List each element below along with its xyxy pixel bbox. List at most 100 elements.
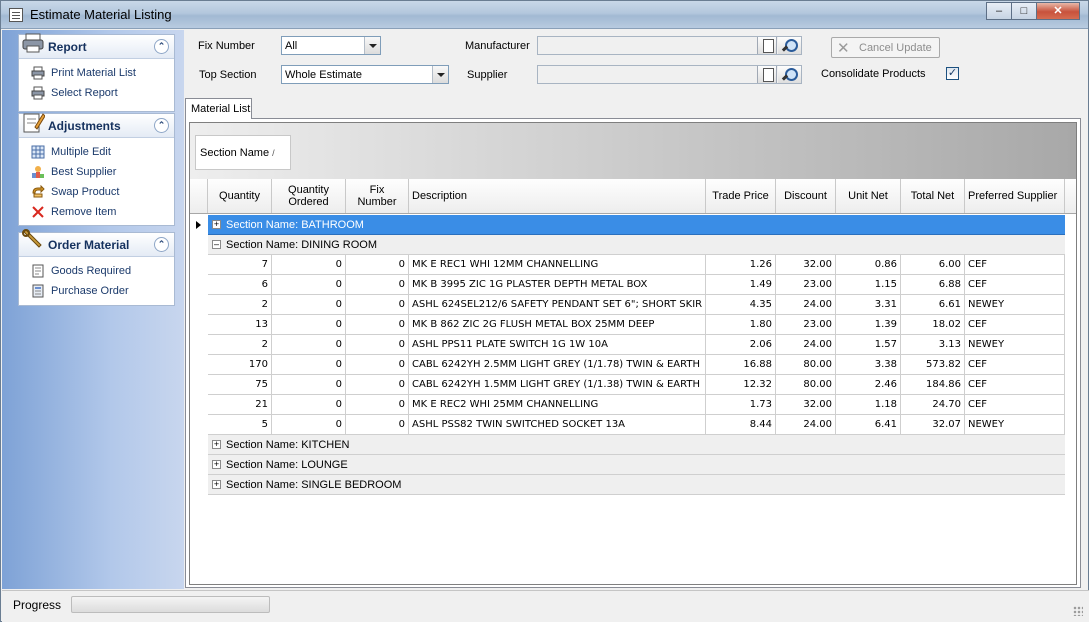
cell-trade-price[interactable]: 1.80 bbox=[706, 315, 776, 335]
group-row[interactable]: – Section Name: DINING ROOM bbox=[190, 235, 1076, 255]
cell-description[interactable]: MK E REC2 WHI 25MM CHANNELLING bbox=[409, 395, 706, 415]
cell-discount[interactable]: 80.00 bbox=[776, 355, 836, 375]
chevron-up-icon[interactable]: ⌃ bbox=[154, 39, 169, 54]
cell-trade-price[interactable]: 1.26 bbox=[706, 255, 776, 275]
group-by-section-name[interactable]: Section Name / bbox=[195, 135, 291, 170]
magnifier-icon[interactable] bbox=[778, 66, 801, 83]
cell-preferred-supplier[interactable]: CEF bbox=[965, 315, 1065, 335]
table-row[interactable]: 170 0 0 CABL 6242YH 2.5MM LIGHT GREY (1/1.7… bbox=[190, 355, 1076, 375]
cell-fix-number[interactable]: 0 bbox=[346, 275, 409, 295]
adjustments-panel-header[interactable]: Adjustments ⌃ bbox=[19, 113, 174, 138]
column-header-fix-number[interactable]: Fix Number bbox=[346, 179, 409, 213]
magnifier-icon[interactable] bbox=[778, 37, 801, 54]
group-row[interactable]: + Section Name: BATHROOM bbox=[190, 215, 1076, 235]
cell-description[interactable]: MK B 3995 ZIC 1G PLASTER DEPTH METAL BOX bbox=[409, 275, 706, 295]
cell-description[interactable]: MK E REC1 WHI 12MM CHANNELLING bbox=[409, 255, 706, 275]
manufacturer-lookup[interactable] bbox=[537, 36, 802, 55]
cancel-update-button[interactable]: ✕ Cancel Update bbox=[831, 37, 940, 58]
cell-discount[interactable]: 80.00 bbox=[776, 375, 836, 395]
close-button[interactable]: ✕ bbox=[1036, 2, 1080, 20]
tab-material-list[interactable]: Material List bbox=[185, 98, 252, 119]
cell-quantity-ordered[interactable]: 0 bbox=[272, 395, 346, 415]
cell-quantity-ordered[interactable]: 0 bbox=[272, 335, 346, 355]
minimize-button[interactable]: – bbox=[986, 2, 1012, 20]
cell-discount[interactable]: 23.00 bbox=[776, 315, 836, 335]
group-header[interactable]: + Section Name: LOUNGE bbox=[208, 455, 1065, 475]
column-header-quantity[interactable]: Quantity bbox=[208, 179, 272, 213]
resize-grip-icon[interactable] bbox=[1073, 606, 1083, 616]
cell-preferred-supplier[interactable]: CEF bbox=[965, 355, 1065, 375]
chevron-up-icon[interactable]: ⌃ bbox=[154, 118, 169, 133]
cell-preferred-supplier[interactable]: NEWEY bbox=[965, 335, 1065, 355]
cell-quantity-ordered[interactable]: 0 bbox=[272, 355, 346, 375]
cell-discount[interactable]: 23.00 bbox=[776, 275, 836, 295]
cell-unit-net[interactable]: 1.57 bbox=[836, 335, 901, 355]
cell-trade-price[interactable]: 2.06 bbox=[706, 335, 776, 355]
table-row[interactable]: 13 0 0 MK B 862 ZIC 2G FLUSH METAL BOX 25MM… bbox=[190, 315, 1076, 335]
cell-trade-price[interactable]: 1.73 bbox=[706, 395, 776, 415]
chevron-down-icon[interactable] bbox=[364, 37, 380, 54]
table-row[interactable]: 75 0 0 CABL 6242YH 1.5MM LIGHT GREY (1/1.38… bbox=[190, 375, 1076, 395]
cell-trade-price[interactable]: 1.49 bbox=[706, 275, 776, 295]
cell-preferred-supplier[interactable]: CEF bbox=[965, 255, 1065, 275]
sidebar-item-swap-product[interactable]: Swap Product bbox=[19, 182, 174, 202]
cell-unit-net[interactable]: 0.86 bbox=[836, 255, 901, 275]
cell-total-net[interactable]: 24.70 bbox=[901, 395, 965, 415]
expand-icon[interactable]: + bbox=[212, 440, 221, 449]
group-row[interactable]: + Section Name: KITCHEN bbox=[190, 435, 1076, 455]
group-header[interactable]: + Section Name: BATHROOM bbox=[208, 215, 1065, 235]
cell-description[interactable]: ASHL 624SEL212/6 SAFETY PENDANT SET 6"; … bbox=[409, 295, 706, 315]
cell-fix-number[interactable]: 0 bbox=[346, 395, 409, 415]
cell-quantity-ordered[interactable]: 0 bbox=[272, 415, 346, 435]
cell-fix-number[interactable]: 0 bbox=[346, 315, 409, 335]
cell-total-net[interactable]: 32.07 bbox=[901, 415, 965, 435]
cell-quantity[interactable]: 5 bbox=[224, 415, 272, 435]
group-header[interactable]: + Section Name: SINGLE BEDROOM bbox=[208, 475, 1065, 495]
column-header-trade-price[interactable]: Trade Price bbox=[706, 179, 776, 213]
column-header-preferred-supplier[interactable]: Preferred Supplier bbox=[965, 179, 1065, 213]
cell-quantity-ordered[interactable]: 0 bbox=[272, 315, 346, 335]
table-row[interactable]: 21 0 0 MK E REC2 WHI 25MM CHANNELLING 1.73 32… bbox=[190, 395, 1076, 415]
sidebar-item-print-material-list[interactable]: Print Material List bbox=[19, 63, 174, 83]
column-header-discount[interactable]: Discount bbox=[776, 179, 836, 213]
cell-unit-net[interactable]: 1.15 bbox=[836, 275, 901, 295]
column-header-unit-net[interactable]: Unit Net bbox=[836, 179, 901, 213]
cell-quantity[interactable]: 21 bbox=[224, 395, 272, 415]
cell-description[interactable]: CABL 6242YH 1.5MM LIGHT GREY (1/1.38) TW… bbox=[409, 375, 706, 395]
maximize-button[interactable]: □ bbox=[1011, 2, 1037, 20]
sidebar-item-select-report[interactable]: Select Report bbox=[19, 83, 174, 103]
cell-trade-price[interactable]: 8.44 bbox=[706, 415, 776, 435]
fix-number-select[interactable]: All bbox=[281, 36, 381, 55]
cell-total-net[interactable]: 6.61 bbox=[901, 295, 965, 315]
cell-description[interactable]: CABL 6242YH 2.5MM LIGHT GREY (1/1.78) TW… bbox=[409, 355, 706, 375]
cell-quantity[interactable]: 170 bbox=[224, 355, 272, 375]
table-row[interactable]: 5 0 0 ASHL PSS82 TWIN SWITCHED SOCKET 13A 8.… bbox=[190, 415, 1076, 435]
cell-quantity[interactable]: 75 bbox=[224, 375, 272, 395]
cell-preferred-supplier[interactable]: NEWEY bbox=[965, 415, 1065, 435]
report-panel-header[interactable]: Report ⌃ bbox=[19, 33, 174, 59]
cell-fix-number[interactable]: 0 bbox=[346, 335, 409, 355]
cell-quantity[interactable]: 2 bbox=[224, 295, 272, 315]
sidebar-item-multiple-edit[interactable]: Multiple Edit bbox=[19, 142, 174, 162]
cell-total-net[interactable]: 184.86 bbox=[901, 375, 965, 395]
cell-preferred-supplier[interactable]: CEF bbox=[965, 275, 1065, 295]
expand-icon[interactable]: + bbox=[212, 220, 221, 229]
column-header-quantity-ordered[interactable]: Quantity Ordered bbox=[272, 179, 346, 213]
document-icon[interactable] bbox=[757, 37, 777, 54]
cell-quantity-ordered[interactable]: 0 bbox=[272, 375, 346, 395]
cell-trade-price[interactable]: 12.32 bbox=[706, 375, 776, 395]
cell-discount[interactable]: 24.00 bbox=[776, 295, 836, 315]
cell-description[interactable]: MK B 862 ZIC 2G FLUSH METAL BOX 25MM DEE… bbox=[409, 315, 706, 335]
cell-total-net[interactable]: 573.82 bbox=[901, 355, 965, 375]
cell-fix-number[interactable]: 0 bbox=[346, 375, 409, 395]
sidebar-item-remove-item[interactable]: Remove Item bbox=[19, 202, 174, 222]
cell-description[interactable]: ASHL PSS82 TWIN SWITCHED SOCKET 13A bbox=[409, 415, 706, 435]
top-section-select[interactable]: Whole Estimate bbox=[281, 65, 449, 84]
cell-quantity[interactable]: 6 bbox=[224, 275, 272, 295]
group-row[interactable]: + Section Name: LOUNGE bbox=[190, 455, 1076, 475]
sidebar-item-purchase-order[interactable]: Purchase Order bbox=[19, 281, 174, 301]
expand-icon[interactable]: + bbox=[212, 480, 221, 489]
cell-unit-net[interactable]: 3.38 bbox=[836, 355, 901, 375]
group-header[interactable]: – Section Name: DINING ROOM bbox=[208, 235, 1065, 255]
sidebar-item-goods-required[interactable]: Goods Required bbox=[19, 261, 174, 281]
